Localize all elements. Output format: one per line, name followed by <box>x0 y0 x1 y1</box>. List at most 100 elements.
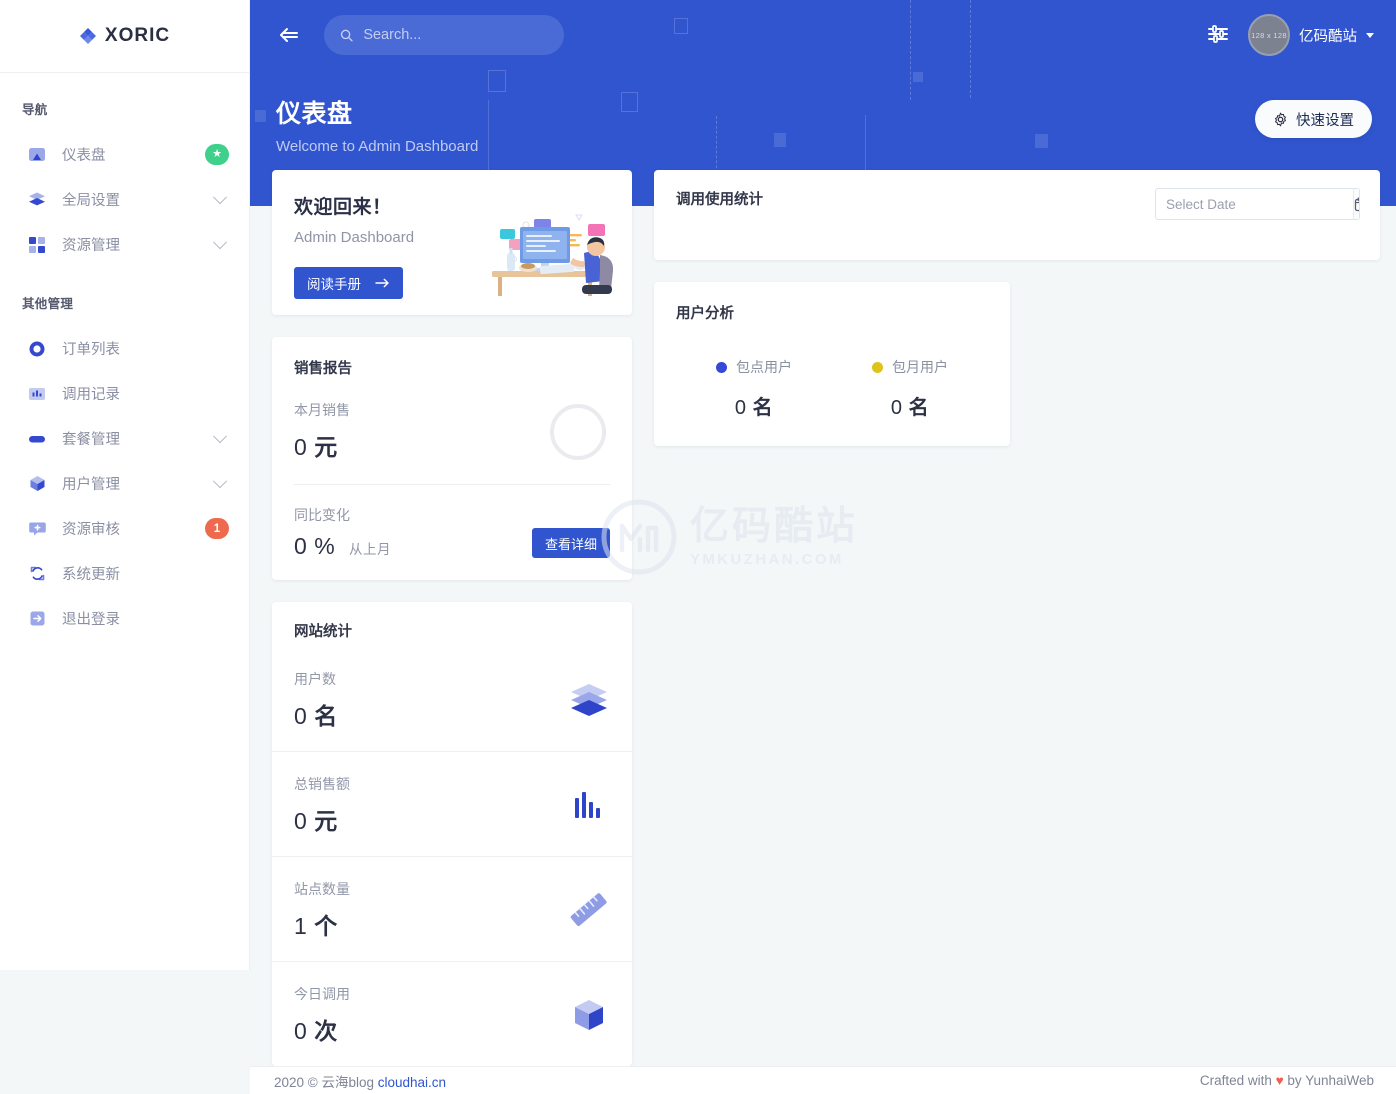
user-name: 亿码酷站 <box>1299 28 1357 45</box>
app-root: XORIC 导航 仪表盘 ★ 全局设置 资源管理 其他管理 订单列表 调用记录 … <box>0 0 1396 1094</box>
legend-number: 0 <box>734 397 747 419</box>
stat-row: 站点数量 1 个 <box>272 857 632 962</box>
page-header: 仪表盘 Welcome to Admin Dashboard 快速设置 <box>250 70 1396 155</box>
chevron-down-icon <box>1366 32 1374 38</box>
collapse-sidebar-icon[interactable] <box>274 20 304 50</box>
stat-number: 1 <box>294 913 308 939</box>
divider <box>294 484 610 485</box>
date-input[interactable] <box>1156 189 1353 219</box>
stat-row: 今日调用 0 次 <box>272 962 632 1066</box>
brand-logo[interactable]: XORIC <box>0 0 249 72</box>
bar-chart-icon <box>26 383 48 405</box>
sidebar: XORIC 导航 仪表盘 ★ 全局设置 资源管理 其他管理 订单列表 调用记录 … <box>0 0 250 970</box>
stat-row: 总销售额 0 元 <box>272 752 632 857</box>
refresh-icon <box>26 563 48 585</box>
bar-chart-icon <box>568 784 610 826</box>
sidebar-item-logout[interactable]: 退出登录 <box>0 596 249 641</box>
sidebar-item-dashboard[interactable]: 仪表盘 ★ <box>0 132 249 177</box>
quick-settings-label: 快速设置 <box>1296 112 1354 129</box>
search-input[interactable] <box>363 27 548 43</box>
nav-group-title-other: 其他管理 <box>22 297 74 311</box>
page-header-texts: 仪表盘 Welcome to Admin Dashboard <box>276 94 478 155</box>
sales-month-row: 本月销售 0 元 <box>294 400 610 462</box>
view-detail-button[interactable]: 查看详细 <box>531 528 610 558</box>
footer-credit-prefix: Crafted with <box>1199 1073 1276 1088</box>
analysis-item: 包月用户 0 名 <box>832 357 988 420</box>
legend-label: 包月用户 <box>892 359 948 375</box>
chevron-down-icon <box>212 428 228 443</box>
stat-unit: 名 <box>314 703 338 729</box>
stat-label: 站点数量 <box>294 881 350 897</box>
sales-month-unit: 元 <box>314 434 338 460</box>
stat-value: 0 元 <box>294 802 568 836</box>
sidebar-item-resource-audit[interactable]: 资源审核 1 <box>0 506 249 551</box>
stat-label: 用户数 <box>294 671 336 687</box>
sidebar-item-label: 套餐管理 <box>62 432 120 448</box>
sidebar-item-order-list[interactable]: 订单列表 <box>0 326 249 371</box>
sales-progress-ring <box>550 404 606 460</box>
left-column: 欢迎回来！ Admin Dashboard 阅读手册 销售报告 本月销售 0 元… <box>272 170 632 1066</box>
stat-texts: 今日调用 0 次 <box>294 984 568 1046</box>
date-picker[interactable] <box>1155 188 1360 220</box>
search-box[interactable] <box>324 15 564 55</box>
footer-credit: Crafted with ♥ by YunhaiWeb <box>1200 1073 1374 1088</box>
gear-icon <box>1275 112 1286 126</box>
legend-dot-icon <box>716 361 727 373</box>
sidebar-item-label: 退出登录 <box>62 612 120 628</box>
sidebar-item-label: 系统更新 <box>62 567 120 583</box>
sidebar-item-label: 调用记录 <box>62 387 120 403</box>
layers-3d-icon <box>568 679 610 721</box>
sidebar-item-resource-management[interactable]: 资源管理 <box>0 222 249 267</box>
sidebar-item-label: 资源审核 <box>62 522 120 538</box>
sidebar-item-call-records[interactable]: 调用记录 <box>0 371 249 416</box>
ruler-icon <box>568 889 610 931</box>
read-manual-button[interactable]: 阅读手册 <box>294 267 403 299</box>
quick-settings-button[interactable]: 快速设置 <box>1255 100 1372 138</box>
chat-plus-icon <box>26 518 48 540</box>
footer-copyright-text: 2020 © 云海blog <box>274 1074 378 1090</box>
footer-credit-suffix: by YunhaiWeb <box>1283 1073 1374 1088</box>
sales-change-unit: % <box>314 533 336 559</box>
sidebar-item-label: 全局设置 <box>62 193 120 209</box>
sales-month-number: 0 <box>294 434 308 460</box>
sidebar-item-system-update[interactable]: 系统更新 <box>0 551 249 596</box>
read-manual-label: 阅读手册 <box>307 277 361 292</box>
stat-unit: 次 <box>314 1018 338 1044</box>
stat-value: 1 个 <box>294 907 568 941</box>
brand-name: XORIC <box>104 25 171 46</box>
sidebar-item-package-management[interactable]: 套餐管理 <box>0 416 249 461</box>
sidebar-item-label: 订单列表 <box>62 342 120 358</box>
legend-dot-icon <box>872 361 883 373</box>
status-badge: ★ <box>205 144 229 165</box>
topbar-row: 128 x 128 亿码酷站 <box>250 0 1396 70</box>
sales-change-row: 同比变化 0 % 从上月 查看详细 <box>294 505 610 560</box>
sales-change-label: 同比变化 <box>294 507 350 523</box>
stat-value: 0 名 <box>294 697 568 731</box>
chevron-down-icon <box>212 473 228 488</box>
avatar: 128 x 128 <box>1248 14 1290 56</box>
footer-link[interactable]: cloudhai.cn <box>378 1075 446 1090</box>
circle-icon <box>26 338 48 360</box>
main-area: 128 x 128 亿码酷站 仪表盘 Welcome to Admin Dash… <box>250 0 1396 1094</box>
calendar-icon[interactable] <box>1353 189 1359 219</box>
grid-icon <box>26 234 48 256</box>
stat-number: 0 <box>294 703 308 729</box>
footer-copyright: 2020 © 云海blog cloudhai.cn <box>274 1071 446 1091</box>
legend-label: 包点用户 <box>736 359 792 375</box>
sidebar-item-user-management[interactable]: 用户管理 <box>0 461 249 506</box>
stat-texts: 站点数量 1 个 <box>294 879 568 941</box>
sliders-icon[interactable] <box>1206 23 1230 47</box>
legend-value: 0 名 <box>891 391 929 420</box>
sidebar-item-label: 仪表盘 <box>62 148 106 164</box>
stat-number: 0 <box>294 808 308 834</box>
stat-row: 用户数 0 名 <box>272 647 632 752</box>
topbar-right: 128 x 128 亿码酷站 <box>1206 14 1374 56</box>
nav-group-title-nav: 导航 <box>22 103 48 117</box>
user-menu[interactable]: 128 x 128 亿码酷站 <box>1248 14 1374 56</box>
xoric-diamond-icon <box>79 27 97 45</box>
star-icon: ★ <box>212 148 222 160</box>
sidebar-item-global-settings[interactable]: 全局设置 <box>0 177 249 222</box>
stat-texts: 用户数 0 名 <box>294 669 568 731</box>
heart-icon: ♥ <box>1275 1073 1284 1088</box>
cube-icon <box>26 473 48 495</box>
